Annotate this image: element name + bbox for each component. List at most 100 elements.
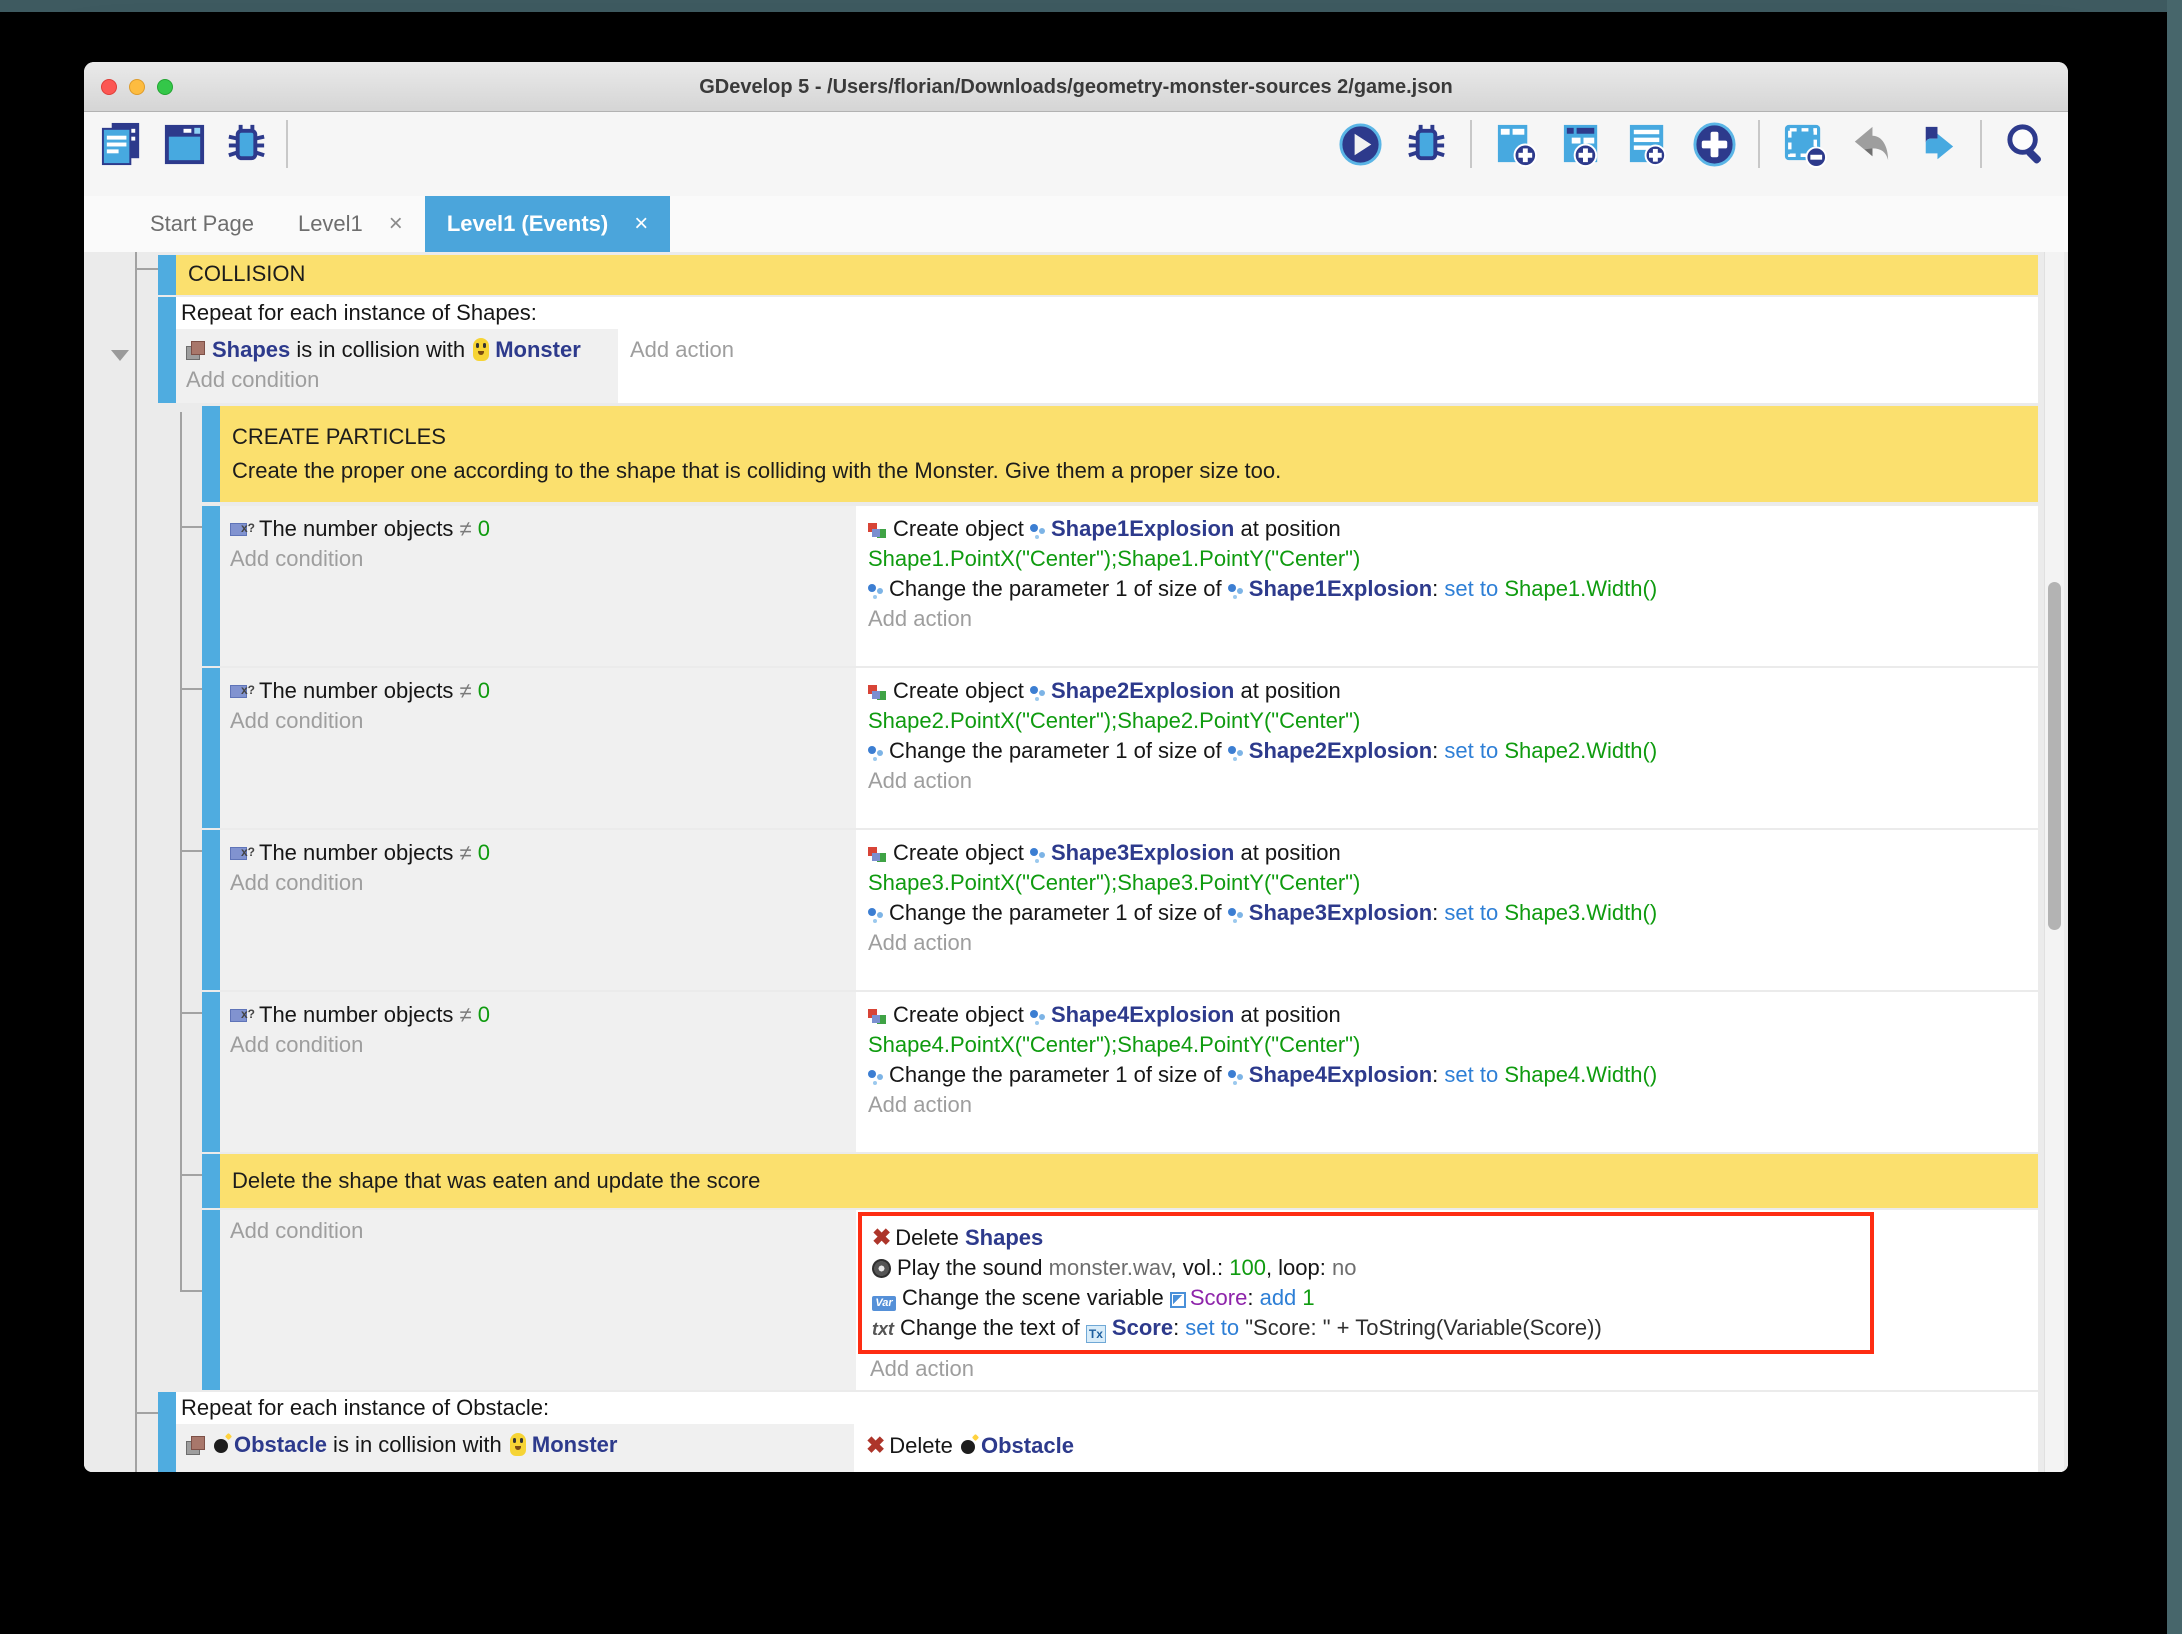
action-create-position[interactable]: Shape1.PointX("Center");Shape1.PointY("C… bbox=[868, 544, 2038, 574]
particle-object-icon bbox=[1228, 1068, 1244, 1085]
events-sheet: COLLISION Repeat for each instance of Sh… bbox=[84, 252, 2068, 1472]
tab-label: Start Page bbox=[150, 211, 254, 237]
comment-create-particles[interactable]: CREATE PARTICLES Create the proper one a… bbox=[202, 406, 2038, 502]
particle-object-icon bbox=[1030, 684, 1046, 701]
add-action-link[interactable]: Add action bbox=[630, 335, 2038, 365]
toolbar-separator bbox=[1758, 120, 1760, 168]
gdevelop-window: GDevelop 5 - /Users/florian/Downloads/ge… bbox=[84, 62, 2068, 1472]
condition-shapes-collision[interactable]: Shapes is in collision with Monster bbox=[186, 335, 618, 365]
bomb-object-icon bbox=[214, 1439, 228, 1453]
sound-icon bbox=[872, 1259, 891, 1278]
add-event-icon[interactable] bbox=[1490, 118, 1542, 170]
event-highlight-bar[interactable] bbox=[202, 830, 220, 990]
event-highlight-bar bbox=[202, 406, 220, 502]
search-icon[interactable] bbox=[2000, 118, 2052, 170]
event-highlight-bar[interactable] bbox=[158, 1392, 176, 1472]
event-particle-shape4: The number objects ≠ 0 Add condition Cre… bbox=[202, 992, 2038, 1152]
event-highlight-bar[interactable] bbox=[202, 668, 220, 828]
action-change-text[interactable]: txtChange the text of TxScore: set to "S… bbox=[872, 1313, 1860, 1344]
play-preview-icon[interactable] bbox=[1334, 118, 1386, 170]
particle-object-icon bbox=[868, 582, 884, 599]
comment-body: Create the proper one according to the s… bbox=[232, 454, 2038, 488]
action-create-object[interactable]: Create object Shape1Explosion at positio… bbox=[868, 514, 2038, 544]
repeat-event-header[interactable]: Repeat for each instance of Obstacle: bbox=[176, 1392, 2038, 1424]
action-delete-obstacle[interactable]: ✖Delete Obstacle bbox=[866, 1430, 2038, 1461]
particle-object-icon bbox=[1228, 582, 1244, 599]
not-equal-icon: ≠ bbox=[460, 516, 478, 541]
add-comment-icon[interactable] bbox=[1622, 118, 1674, 170]
action-change-size[interactable]: Change the parameter 1 of size of Shape4… bbox=[868, 1060, 2038, 1090]
add-condition-link[interactable]: Add condition bbox=[230, 1216, 856, 1246]
event-particle-shape2: The number objects ≠ 0 Add condition Cre… bbox=[202, 668, 2038, 828]
tab-level1[interactable]: Level1 × bbox=[276, 196, 425, 252]
condition-number-objects[interactable]: The number objects ≠ 0 bbox=[230, 676, 856, 706]
create-object-icon bbox=[868, 847, 887, 863]
add-action-link[interactable]: Add action bbox=[868, 1090, 2038, 1120]
action-create-position[interactable]: Shape3.PointX("Center");Shape3.PointY("C… bbox=[868, 868, 2038, 898]
event-highlight-bar[interactable] bbox=[202, 992, 220, 1152]
object-count-icon bbox=[230, 1009, 247, 1022]
add-condition-link[interactable]: Add condition bbox=[230, 544, 856, 574]
scrollbar-thumb[interactable] bbox=[2048, 582, 2061, 930]
comment-delete-score[interactable]: Delete the shape that was eaten and upda… bbox=[202, 1154, 2038, 1208]
add-condition-link[interactable]: Add condition bbox=[230, 1030, 856, 1060]
action-create-position[interactable]: Shape4.PointX("Center");Shape4.PointY("C… bbox=[868, 1030, 2038, 1060]
add-action-link[interactable]: Add action bbox=[868, 604, 2038, 634]
action-play-sound[interactable]: Play the sound monster.wav, vol.: 100, l… bbox=[872, 1253, 1860, 1283]
add-action-link[interactable]: Add action bbox=[868, 766, 2038, 796]
add-condition-link[interactable]: Add condition bbox=[230, 706, 856, 736]
object-count-icon bbox=[230, 523, 247, 536]
desktop-edge-top bbox=[0, 0, 2182, 12]
add-condition-link[interactable]: Add condition bbox=[186, 365, 618, 395]
event-highlight-bar[interactable] bbox=[202, 506, 220, 666]
close-icon[interactable]: × bbox=[634, 210, 648, 238]
condition-number-objects[interactable]: The number objects ≠ 0 bbox=[230, 514, 856, 544]
action-delete-shapes[interactable]: ✖Delete Shapes bbox=[872, 1222, 1860, 1253]
deselect-events-icon[interactable] bbox=[1778, 118, 1830, 170]
tab-label: Level1 (Events) bbox=[447, 211, 608, 237]
collision-condition-icon bbox=[186, 341, 205, 360]
object-count-icon bbox=[230, 847, 247, 860]
event-highlight-bar[interactable] bbox=[202, 1210, 220, 1390]
tab-label: Level1 bbox=[298, 211, 363, 237]
particle-object-icon bbox=[868, 744, 884, 761]
close-icon[interactable]: × bbox=[389, 210, 403, 238]
add-instruction-icon[interactable] bbox=[1688, 118, 1740, 170]
tab-level1-events[interactable]: Level1 (Events) × bbox=[425, 196, 670, 252]
event-repeat-shapes: Repeat for each instance of Shapes: Shap… bbox=[158, 297, 2038, 403]
monster-object-icon bbox=[510, 1433, 526, 1456]
event-highlight-bar[interactable] bbox=[158, 297, 176, 403]
tab-bar: Start Page Level1 × Level1 (Events) × bbox=[84, 196, 2068, 252]
add-subevent-icon[interactable] bbox=[1556, 118, 1608, 170]
action-create-position[interactable]: Shape2.PointX("Center");Shape2.PointY("C… bbox=[868, 706, 2038, 736]
add-condition-link[interactable]: Add condition bbox=[230, 868, 856, 898]
comment-collision[interactable]: COLLISION bbox=[158, 255, 2038, 295]
add-action-link[interactable]: Add action bbox=[868, 928, 2038, 958]
action-create-object[interactable]: Create object Shape2Explosion at positio… bbox=[868, 676, 2038, 706]
tab-start-page[interactable]: Start Page bbox=[128, 196, 276, 252]
particle-object-icon bbox=[868, 1068, 884, 1085]
collision-condition-icon bbox=[186, 1436, 205, 1455]
redo-icon[interactable] bbox=[1910, 118, 1962, 170]
undo-icon[interactable] bbox=[1844, 118, 1896, 170]
debugger-bug-icon[interactable] bbox=[220, 118, 272, 170]
condition-number-objects[interactable]: The number objects ≠ 0 bbox=[230, 838, 856, 868]
action-change-variable[interactable]: VarChange the scene variable Score: add … bbox=[872, 1283, 1860, 1313]
object-count-icon bbox=[230, 685, 247, 698]
project-manager-icon[interactable] bbox=[96, 118, 148, 170]
particle-object-icon bbox=[1228, 744, 1244, 761]
scene-window-icon[interactable] bbox=[158, 118, 210, 170]
not-equal-icon: ≠ bbox=[460, 840, 478, 865]
action-change-size[interactable]: Change the parameter 1 of size of Shape2… bbox=[868, 736, 2038, 766]
action-create-object[interactable]: Create object Shape4Explosion at positio… bbox=[868, 1000, 2038, 1030]
action-change-size[interactable]: Change the parameter 1 of size of Shape1… bbox=[868, 574, 2038, 604]
add-action-link[interactable]: Add action bbox=[858, 1354, 2038, 1384]
debug-preview-bug-icon[interactable] bbox=[1400, 118, 1452, 170]
condition-number-objects[interactable]: The number objects ≠ 0 bbox=[230, 1000, 856, 1030]
action-create-object[interactable]: Create object Shape3Explosion at positio… bbox=[868, 838, 2038, 868]
window-title: GDevelop 5 - /Users/florian/Downloads/ge… bbox=[84, 62, 2068, 112]
condition-obstacle-collision[interactable]: Obstacle is in collision with Monster bbox=[186, 1430, 854, 1460]
scrollbar[interactable] bbox=[2044, 252, 2064, 1472]
action-change-size[interactable]: Change the parameter 1 of size of Shape3… bbox=[868, 898, 2038, 928]
repeat-event-header[interactable]: Repeat for each instance of Shapes: bbox=[176, 297, 2038, 329]
